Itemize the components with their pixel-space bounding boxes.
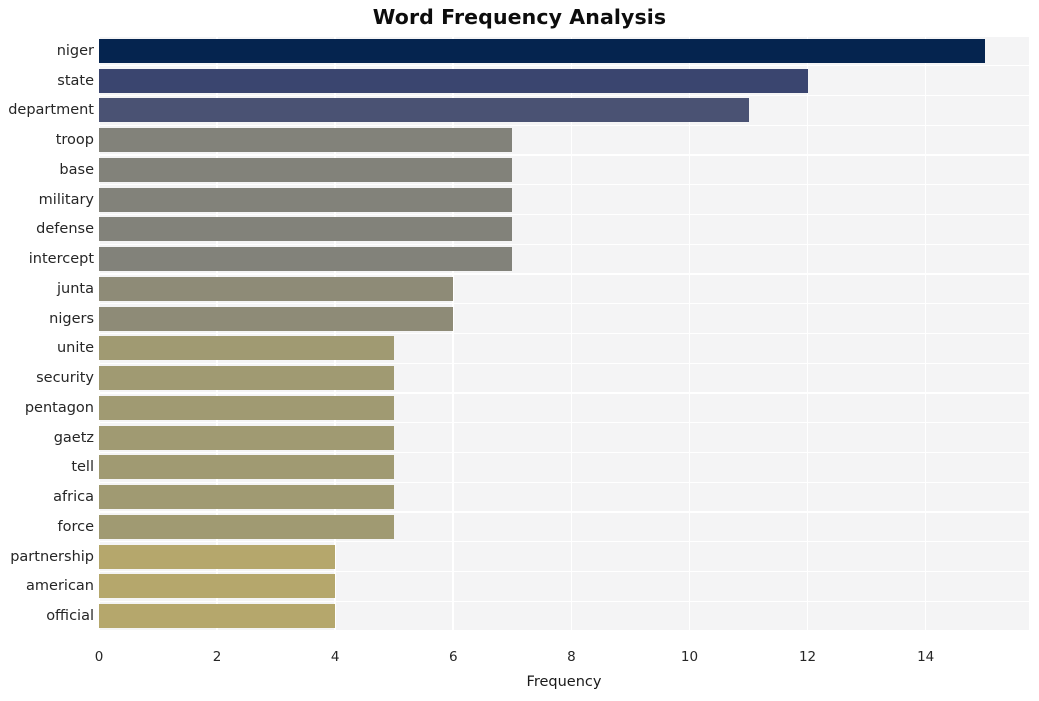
plot-area: [99, 36, 1029, 631]
gridline-horizontal-7: [99, 243, 1029, 245]
y-tick-label-american: american: [26, 578, 94, 595]
y-tick-label-junta: junta: [57, 280, 94, 297]
gridline-horizontal-17: [99, 541, 1029, 543]
y-tick-label-defense: defense: [36, 221, 94, 238]
bar-unite: [99, 336, 395, 361]
gridline-horizontal-15: [99, 481, 1029, 483]
gridline-horizontal-0: [99, 36, 1029, 37]
y-tick-label-base: base: [59, 161, 94, 178]
bar-niger: [99, 38, 985, 63]
bar-pentagon: [99, 395, 395, 420]
bar-force: [99, 514, 395, 539]
gridline-horizontal-20: [99, 630, 1029, 631]
bar-security: [99, 366, 395, 391]
bar-official: [99, 604, 336, 629]
bar-tell: [99, 455, 395, 480]
y-tick-label-pentagon: pentagon: [24, 399, 94, 416]
bar-africa: [99, 485, 395, 510]
gridline-horizontal-10: [99, 332, 1029, 335]
y-tick-label-military: military: [38, 191, 94, 208]
y-tick-label-department: department: [8, 102, 94, 119]
y-tick-label-gaetz: gaetz: [53, 429, 94, 446]
x-tick-label-8: 8: [567, 649, 576, 665]
x-tick-label-10: 10: [680, 649, 699, 665]
bar-nigers: [99, 306, 454, 331]
bar-partnership: [99, 544, 336, 569]
y-tick-label-official: official: [46, 608, 94, 625]
bar-military: [99, 187, 513, 212]
y-tick-label-force: force: [57, 518, 94, 535]
bar-american: [99, 574, 336, 599]
gridline-horizontal-6: [99, 213, 1029, 216]
x-tick-label-0: 0: [94, 649, 104, 665]
x-tick-label-12: 12: [798, 649, 817, 665]
x-tick-label-4: 4: [330, 649, 340, 665]
bar-troop: [99, 128, 513, 153]
bar-base: [99, 157, 513, 182]
gridline-horizontal-13: [99, 422, 1029, 424]
word-frequency-bar-chart: Word Frequency Analysis niger state depart…: [0, 0, 1039, 701]
gridline-horizontal-18: [99, 570, 1029, 573]
x-tick-label-6: 6: [448, 649, 458, 665]
bar-state: [99, 68, 808, 93]
gridline-horizontal-16: [99, 511, 1029, 513]
gridline-horizontal-1: [99, 65, 1029, 67]
bar-intercept: [99, 247, 513, 272]
y-tick-label-troop: troop: [55, 132, 94, 149]
bar-department: [99, 98, 749, 123]
gridline-horizontal-3: [99, 124, 1029, 126]
bar-defense: [99, 217, 513, 242]
gridline-horizontal-9: [99, 303, 1029, 305]
bar-junta: [99, 276, 454, 301]
y-tick-label-tell: tell: [71, 459, 94, 476]
x-axis-label: Frequency: [526, 674, 602, 690]
gridline-horizontal-11: [99, 362, 1029, 364]
y-tick-label-unite: unite: [56, 340, 94, 357]
y-tick-label-africa: africa: [53, 489, 94, 506]
gridline-horizontal-19: [99, 600, 1029, 602]
y-tick-label-nigers: nigers: [49, 310, 94, 327]
y-tick-label-security: security: [36, 370, 94, 387]
y-tick-label-state: state: [57, 72, 94, 89]
chart-title: Word Frequency Analysis: [372, 5, 667, 29]
gridline-horizontal-12: [99, 392, 1029, 394]
x-tick-label-2: 2: [212, 649, 222, 665]
gridline-horizontal-5: [99, 184, 1029, 186]
gridline-horizontal-8: [99, 273, 1029, 275]
y-tick-label-partnership: partnership: [10, 548, 94, 565]
y-tick-label-intercept: intercept: [28, 251, 94, 268]
gridline-horizontal-4: [99, 154, 1029, 156]
bar-gaetz: [99, 425, 395, 450]
gridline-horizontal-14: [99, 451, 1029, 454]
y-tick-label-niger: niger: [56, 42, 94, 59]
gridline-horizontal-2: [99, 94, 1029, 97]
x-tick-label-14: 14: [917, 649, 935, 665]
